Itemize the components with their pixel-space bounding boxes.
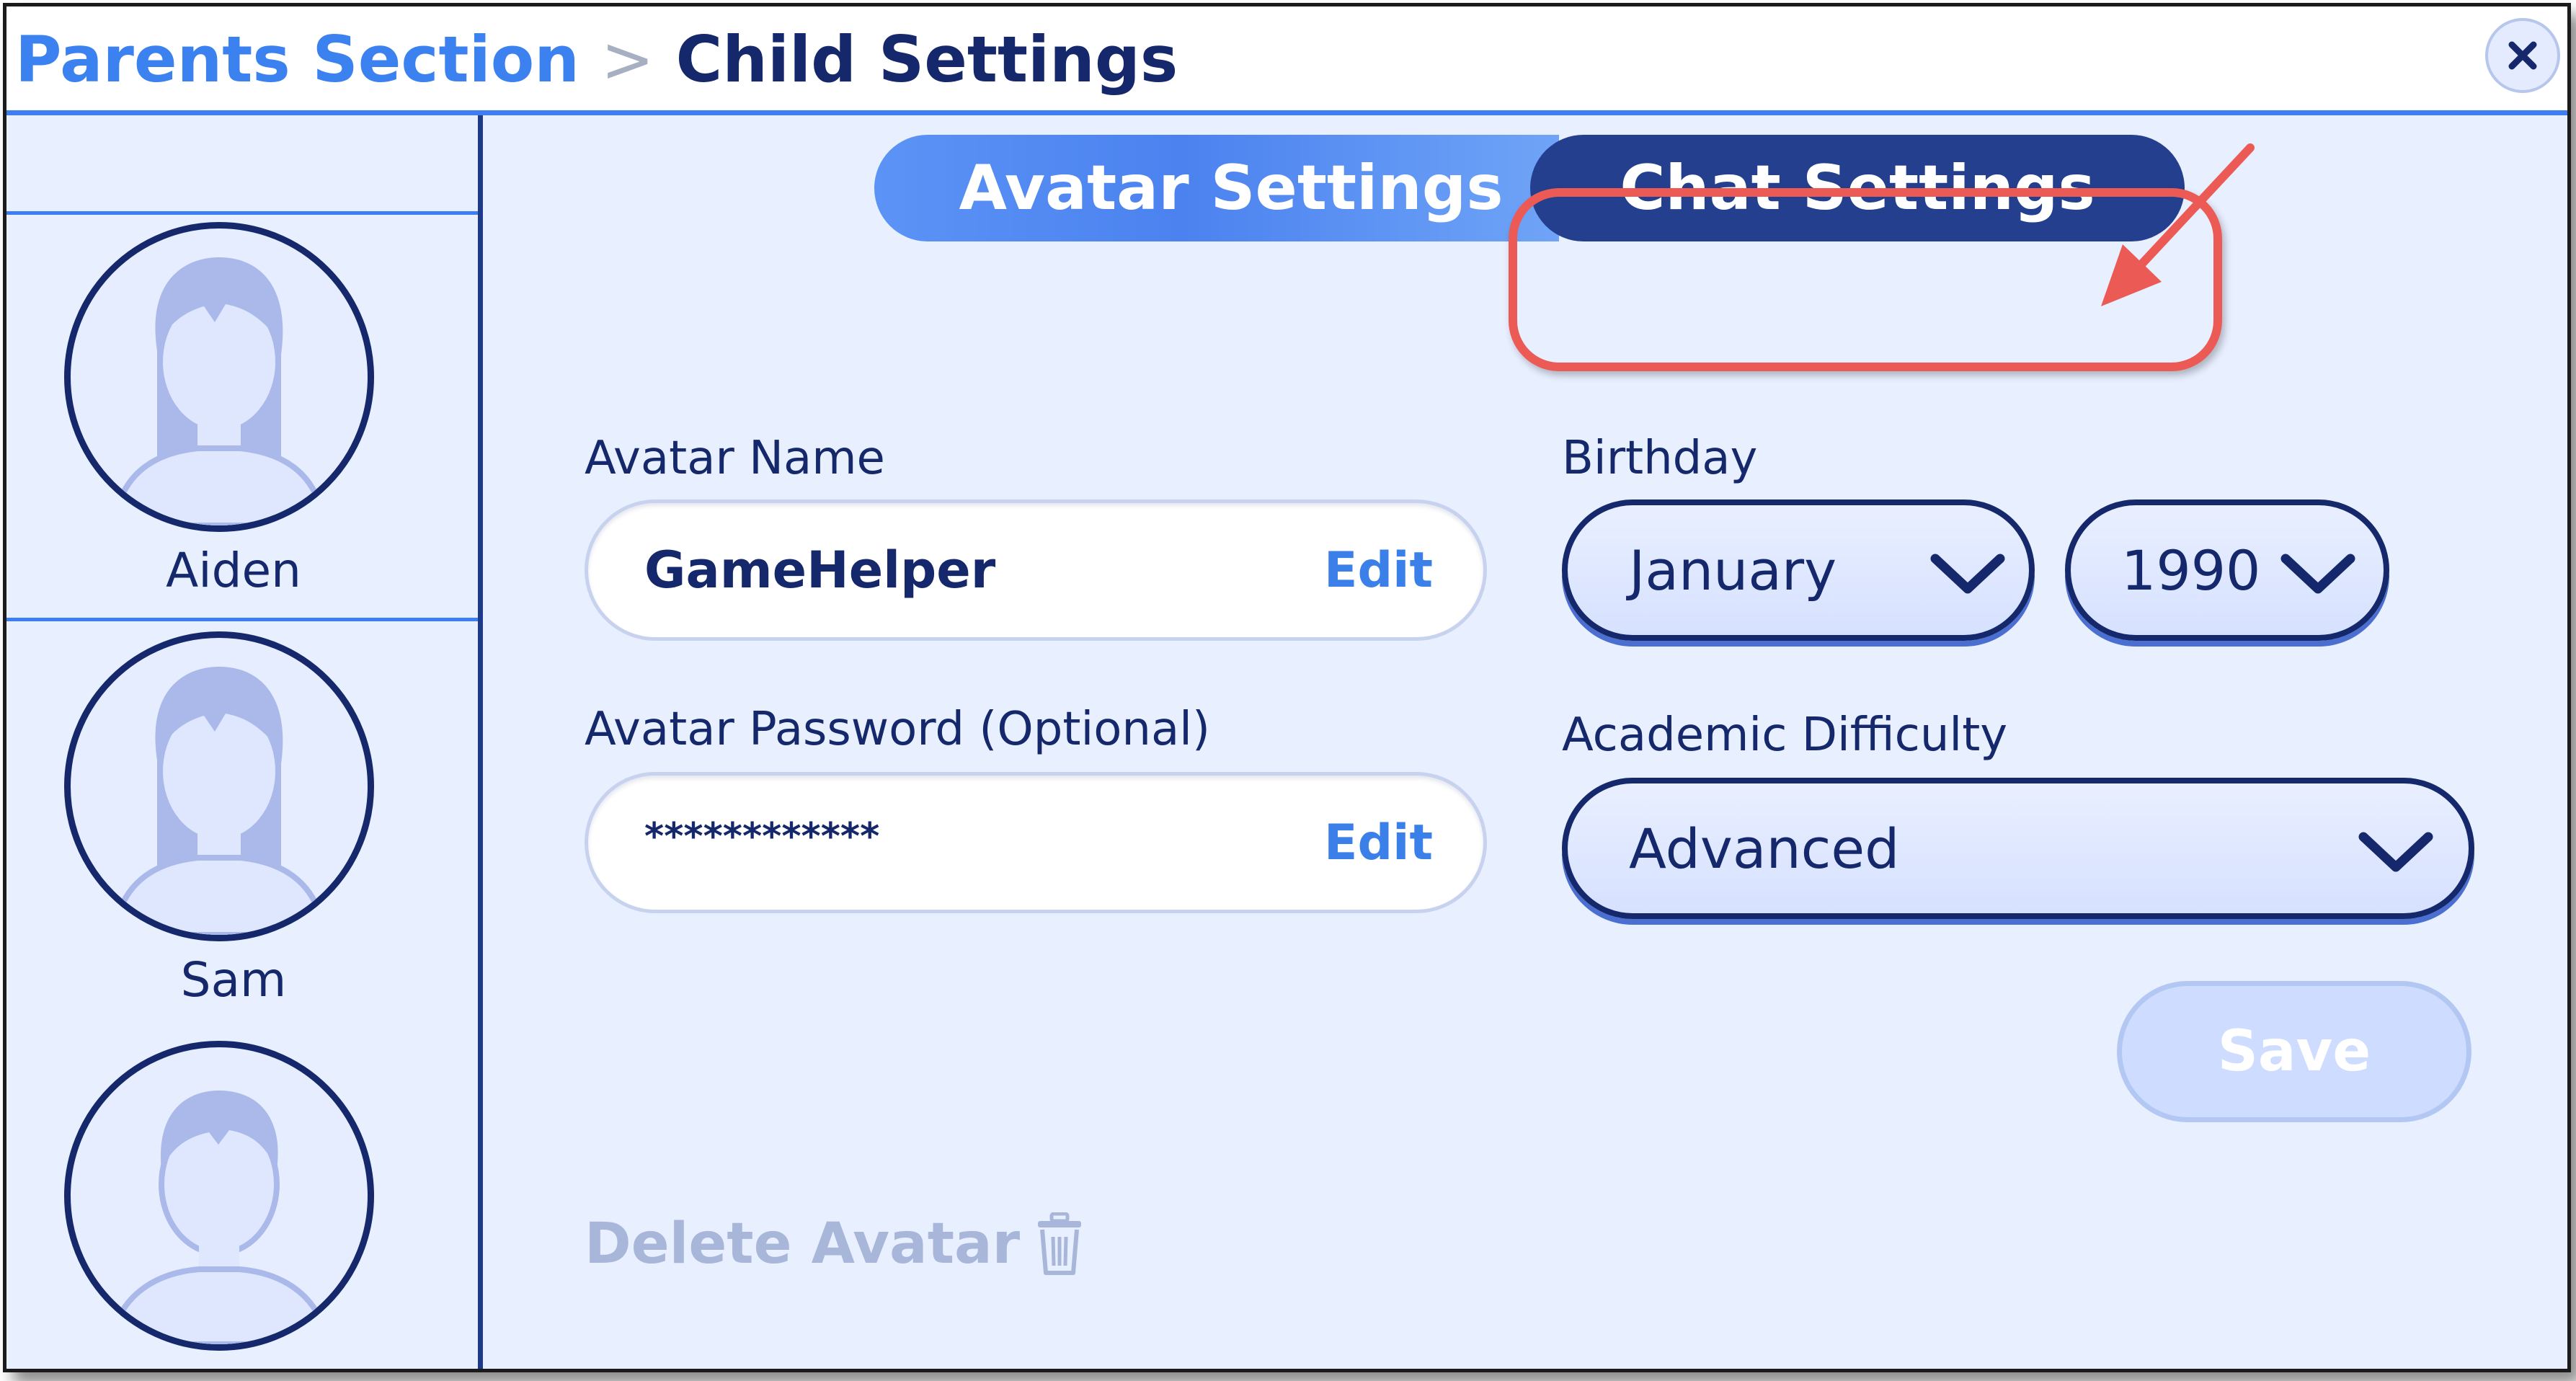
avatar-password-edit-button[interactable]: Edit — [1324, 776, 1433, 910]
avatar-name-edit-button[interactable]: Edit — [1324, 503, 1433, 637]
delete-avatar-button[interactable]: Delete Avatar — [585, 1204, 1083, 1284]
birthday-year-value: 1990 — [2121, 538, 2261, 603]
save-button[interactable]: Save — [2117, 981, 2471, 1122]
academic-difficulty-label: Academic Difficulty — [1562, 709, 2008, 762]
app-window: Parents Section > Child Settings Aiden S… — [3, 3, 2571, 1372]
avatar-password-field[interactable]: ************ Edit — [585, 772, 1487, 913]
avatar-name-field[interactable]: GameHelper Edit — [585, 499, 1487, 641]
delete-avatar-label: Delete Avatar — [585, 1212, 1021, 1276]
birthday-year-select[interactable]: 1990 — [2065, 499, 2389, 641]
chevron-down-icon — [1930, 554, 2005, 594]
birthday-label: Birthday — [1562, 432, 1758, 485]
chevron-down-icon — [2358, 832, 2433, 872]
avatar-password-label: Avatar Password (Optional) — [585, 703, 1210, 756]
birthday-month-value: January — [1629, 538, 1837, 603]
chevron-down-icon — [2280, 554, 2355, 594]
birthday-month-select[interactable]: January — [1562, 499, 2035, 641]
academic-difficulty-select[interactable]: Advanced — [1562, 778, 2474, 919]
academic-difficulty-value: Advanced — [1629, 816, 1900, 881]
avatar-name-value: GameHelper — [644, 541, 996, 600]
avatar-name-label: Avatar Name — [585, 432, 885, 485]
avatar-password-value: ************ — [644, 815, 880, 858]
annotation-arrow-icon — [2101, 143, 2255, 306]
trash-icon — [1038, 1212, 1082, 1275]
